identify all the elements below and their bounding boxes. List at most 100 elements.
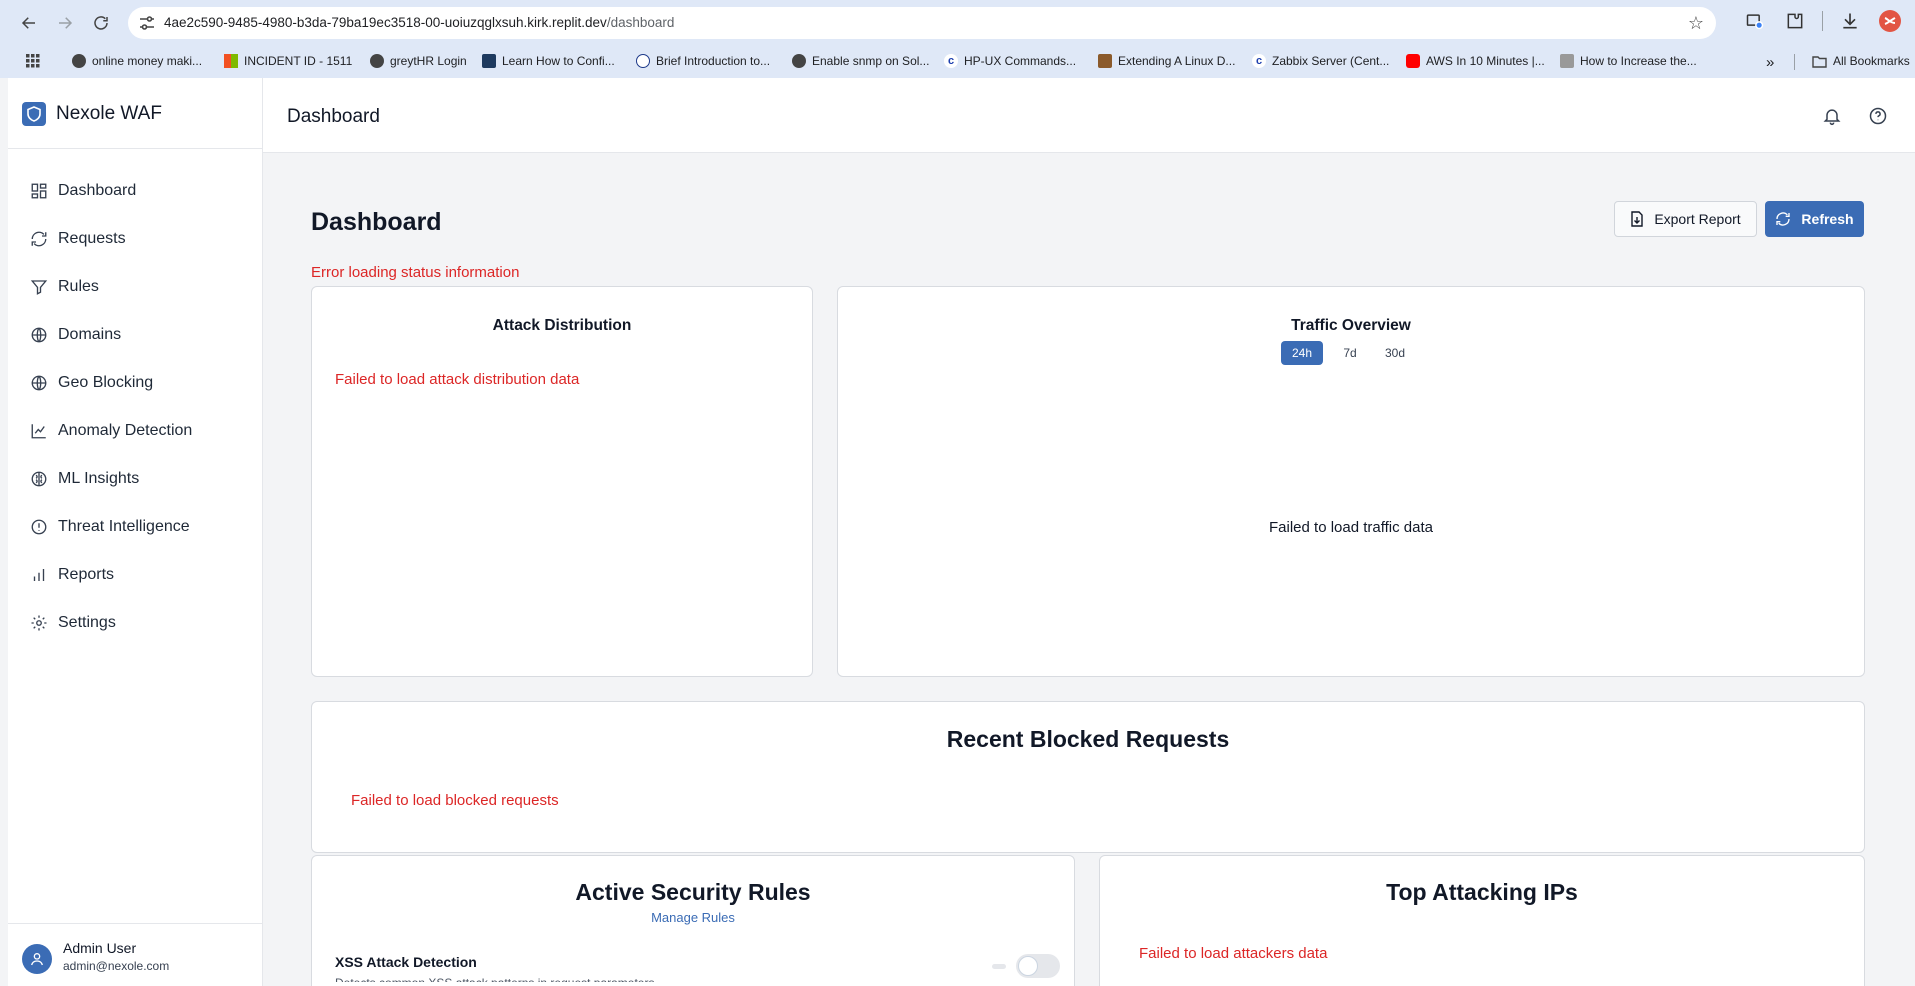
traffic-overview-card: Traffic Overview 24h 7d 30d Failed to lo…	[837, 286, 1865, 677]
sidebar-item-reports[interactable]: Reports	[30, 563, 114, 587]
user-avatar-icon	[22, 944, 52, 974]
address-bar[interactable]: 4ae2c590-9485-4980-b3da-79ba19ec3518-00-…	[128, 7, 1716, 39]
attack-distribution-error: Failed to load attack distribution data	[335, 371, 580, 388]
sidebar: Nexole WAF Dashboard Requests Rules Doma…	[8, 78, 263, 986]
bookmark-star-icon[interactable]: ☆	[1688, 13, 1704, 34]
traffic-error-text: Failed to load traffic data	[1269, 519, 1433, 536]
sidebar-item-label: Settings	[58, 614, 116, 631]
sidebar-item-dashboard[interactable]: Dashboard	[30, 179, 136, 203]
microsoft-icon	[224, 54, 238, 68]
gear-icon	[31, 615, 47, 631]
attack-distribution-title: Attack Distribution	[492, 317, 632, 334]
separator	[1794, 54, 1795, 70]
rule-status-indicator	[992, 964, 1006, 969]
page-title: Dashboard	[311, 208, 442, 236]
c-logo-icon: c	[1252, 54, 1266, 68]
sidebar-item-label: Anomaly Detection	[58, 422, 193, 439]
sidebar-item-label: Rules	[58, 278, 99, 295]
brand[interactable]: Nexole WAF	[22, 102, 162, 126]
globe-icon	[31, 375, 47, 391]
topbar-title: Dashboard	[287, 106, 380, 127]
top-attacking-ips-card: Top Attacking IPs Failed to load attacke…	[1099, 855, 1865, 986]
filter-icon	[30, 280, 48, 295]
profile-avatar-icon[interactable]	[1877, 8, 1903, 34]
separator	[1822, 11, 1823, 31]
tab-search-icon[interactable]	[1742, 8, 1768, 34]
downloads-icon[interactable]	[1837, 8, 1863, 34]
user-profile[interactable]: Admin User admin@nexole.com	[8, 923, 263, 986]
bookmark-item[interactable]: c HP-UX Commands...	[944, 54, 1076, 68]
refresh-icon	[31, 231, 47, 247]
sidebar-item-rules[interactable]: Rules	[30, 275, 99, 299]
avatar-icon	[1098, 54, 1112, 68]
sidebar-item-ml-insights[interactable]: ML Insights	[30, 467, 139, 491]
sidebar-item-settings[interactable]: Settings	[30, 611, 116, 635]
more-bookmarks-button[interactable]: »	[1766, 54, 1774, 71]
refresh-button[interactable]: Refresh	[1765, 201, 1864, 237]
bookmark-item[interactable]: Enable snmp on Sol...	[792, 54, 929, 68]
topbar: Dashboard	[263, 78, 1915, 153]
user-email: admin@nexole.com	[63, 959, 170, 973]
apps-grid-icon[interactable]	[26, 54, 40, 68]
bookmarks-bar: online money maki... INCIDENT ID - 1511 …	[0, 46, 1915, 78]
window-edge	[0, 78, 8, 986]
sidebar-item-domains[interactable]: Domains	[30, 323, 121, 347]
range-30d-button[interactable]: 30d	[1376, 341, 1414, 365]
sidebar-item-label: Geo Blocking	[58, 374, 154, 391]
back-icon[interactable]	[14, 8, 44, 38]
toggle-knob	[1018, 956, 1038, 976]
url-text: 4ae2c590-9485-4980-b3da-79ba19ec3518-00-…	[164, 15, 675, 30]
bookmark-item[interactable]: c Zabbix Server (Cent...	[1252, 54, 1389, 68]
rule-description: Detects common XSS attack patterns in re…	[335, 976, 654, 982]
sidebar-item-anomaly-detection[interactable]: Anomaly Detection	[30, 419, 192, 443]
range-7d-button[interactable]: 7d	[1333, 341, 1367, 365]
circle-icon	[636, 54, 650, 68]
manage-rules-link[interactable]: Manage Rules	[312, 910, 1074, 925]
site-settings-icon[interactable]	[138, 15, 156, 31]
traffic-overview-title: Traffic Overview	[1291, 317, 1411, 334]
extensions-icon[interactable]	[1782, 8, 1808, 34]
c-logo-icon: c	[944, 54, 958, 68]
bookmark-item[interactable]: Brief Introduction to...	[636, 54, 770, 68]
bookmark-item[interactable]: online money maki...	[72, 54, 202, 68]
main-content: Dashboard Export Report Refresh Error lo…	[263, 153, 1915, 986]
bookmark-item[interactable]: How to Increase the...	[1560, 54, 1697, 68]
bookmark-item[interactable]: greytHR Login	[370, 54, 467, 68]
sidebar-item-geo-blocking[interactable]: Geo Blocking	[30, 371, 153, 395]
youtube-icon	[1406, 54, 1420, 68]
folder-icon	[1812, 55, 1827, 68]
browser-toolbar: 4ae2c590-9485-4980-b3da-79ba19ec3518-00-…	[0, 0, 1915, 46]
sidebar-item-requests[interactable]: Requests	[30, 227, 126, 251]
sidebar-item-label: Reports	[58, 566, 115, 583]
sidebar-item-label: Dashboard	[58, 182, 137, 199]
bookmark-item[interactable]: Learn How to Confi...	[482, 54, 615, 68]
bookmark-item[interactable]: Extending A Linux D...	[1098, 54, 1235, 68]
bookmark-item[interactable]: AWS In 10 Minutes |...	[1406, 54, 1545, 68]
bell-icon[interactable]	[1822, 106, 1842, 126]
bar-chart-icon	[33, 569, 45, 581]
divider	[8, 148, 263, 149]
page-icon	[1560, 54, 1574, 68]
reload-icon[interactable]	[86, 8, 116, 38]
globe-icon	[370, 54, 384, 68]
globe-icon	[72, 54, 86, 68]
forward-icon[interactable]	[50, 8, 80, 38]
active-security-rules-card: Active Security Rules Manage Rules XSS A…	[311, 855, 1075, 986]
file-download-icon	[1631, 211, 1644, 227]
status-error-text: Error loading status information	[311, 264, 520, 281]
sidebar-item-threat-intelligence[interactable]: Threat Intelligence	[30, 515, 190, 539]
sidebar-item-label: ML Insights	[58, 470, 140, 487]
refresh-label: Refresh	[1801, 211, 1854, 227]
export-report-button[interactable]: Export Report	[1614, 201, 1757, 237]
export-report-label: Export Report	[1654, 211, 1741, 227]
range-24h-button[interactable]: 24h	[1281, 341, 1323, 365]
brand-name: Nexole WAF	[56, 103, 162, 124]
help-icon[interactable]	[1868, 106, 1888, 126]
globe-icon	[792, 54, 806, 68]
user-name: Admin User	[63, 940, 137, 956]
line-chart-icon	[31, 424, 46, 439]
all-bookmarks-button[interactable]: All Bookmarks	[1812, 54, 1910, 68]
bookmark-item[interactable]: INCIDENT ID - 1511	[224, 54, 352, 68]
refresh-icon	[1776, 212, 1791, 226]
rule-toggle[interactable]	[1016, 954, 1060, 978]
